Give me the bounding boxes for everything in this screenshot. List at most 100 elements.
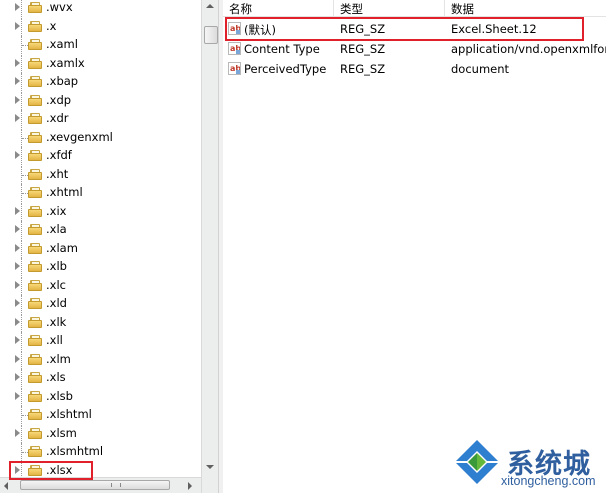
tree-item[interactable]: .xaml (0, 36, 201, 54)
tree-item-label: .xlshtml (46, 407, 92, 421)
tree-guide-line (21, 332, 22, 350)
tree-item[interactable]: .xfdf (0, 147, 201, 165)
tree-guide-line (21, 202, 22, 221)
value-type: REG_SZ (340, 62, 386, 76)
registry-values-pane[interactable]: 名称 类型 数据 ab (默认) REG_SZ Excel.Sheet.12 a… (223, 0, 606, 493)
value-name: Content Type (244, 42, 320, 56)
expand-arrow-icon[interactable] (15, 114, 20, 122)
value-data: document (451, 62, 510, 76)
logo-mark-icon (456, 440, 498, 484)
tree-item-label: .xfdf (46, 148, 72, 162)
tree-item[interactable]: .xlb (0, 258, 201, 276)
tree-item[interactable]: .xlshtml (0, 406, 201, 424)
expand-arrow-icon[interactable] (15, 373, 20, 381)
tree-guide-line (21, 147, 22, 165)
folder-icon (28, 113, 42, 124)
tree-vertical-scrollbar[interactable] (201, 0, 218, 493)
tree-item[interactable]: .xhtml (0, 184, 201, 202)
expand-arrow-icon[interactable] (15, 3, 20, 11)
tree-item[interactable]: .xlsm (0, 424, 201, 443)
folder-icon (28, 427, 42, 439)
tree-item[interactable]: .xll (0, 332, 201, 350)
tree-item[interactable]: .xlam (0, 239, 201, 258)
expand-arrow-icon[interactable] (15, 58, 20, 67)
column-header-name[interactable]: 名称 (229, 1, 252, 17)
expand-arrow-icon[interactable] (15, 299, 20, 307)
folder-icon (28, 187, 42, 198)
tree-guide-line (21, 239, 22, 258)
tree-guide-line (21, 110, 22, 128)
expand-arrow-icon[interactable] (15, 77, 20, 85)
tree-guide-line (21, 350, 22, 369)
tree-item[interactable]: .xdp (0, 91, 201, 110)
tree-guide-line (21, 73, 22, 91)
tree-item[interactable]: .wvx (0, 0, 201, 17)
expand-arrow-icon[interactable] (15, 262, 20, 270)
folder-icon (28, 168, 42, 180)
tree-item-label: .x (46, 18, 57, 33)
expand-arrow-icon[interactable] (15, 243, 20, 252)
scroll-thumb[interactable] (204, 26, 218, 44)
tree-guide-line (21, 258, 22, 276)
column-separator[interactable] (333, 0, 334, 16)
tree-item[interactable]: .xld (0, 295, 201, 313)
expand-arrow-icon[interactable] (15, 354, 20, 363)
folder-icon (28, 94, 42, 106)
tree-item-label: .xlsb (46, 388, 73, 403)
folder-icon (28, 2, 42, 13)
tree-item[interactable]: .xdr (0, 110, 201, 128)
expand-arrow-icon[interactable] (15, 95, 20, 104)
tree-item[interactable]: .xlsb (0, 387, 201, 406)
tree-item-label: .wvx (46, 0, 73, 14)
expand-arrow-icon[interactable] (15, 280, 20, 289)
horizontal-scroll-thumb[interactable] (20, 480, 170, 490)
scroll-right-arrow-icon[interactable] (188, 482, 192, 490)
string-value-icon: ab (228, 62, 241, 75)
tree-guide-line (21, 17, 22, 36)
scroll-up-arrow-icon[interactable] (206, 4, 214, 8)
scroll-left-arrow-icon[interactable] (4, 482, 8, 490)
tree-item[interactable]: .xlm (0, 350, 201, 369)
column-separator[interactable] (444, 0, 445, 16)
folder-icon (28, 372, 42, 383)
column-header-data[interactable]: 数据 (451, 1, 474, 17)
expand-arrow-icon[interactable] (15, 206, 20, 215)
tree-guide-line (21, 295, 22, 313)
tree-item[interactable]: .xht (0, 165, 201, 184)
tree-item[interactable]: .xls (0, 369, 201, 387)
tree-item-label: .xlk (46, 314, 67, 329)
tree-guide-line (21, 54, 22, 73)
tree-item[interactable]: .xevgenxml (0, 128, 201, 147)
watermark-logo: 系统城 xitongcheng.com (451, 436, 606, 493)
folder-icon (28, 224, 42, 235)
folder-icon (28, 150, 42, 161)
tree-item-label: .xlam (46, 240, 78, 255)
tree-item-label: .xdr (46, 111, 69, 125)
tree-item-label: .xlm (46, 351, 71, 366)
registry-tree-pane[interactable]: .wvx .x .xaml .xamlx .xbap .xdp .xdr .xevgenxml… (0, 0, 201, 493)
expand-arrow-icon[interactable] (15, 428, 20, 437)
scroll-down-arrow-icon[interactable] (206, 465, 214, 469)
folder-icon (28, 335, 42, 346)
folder-icon (28, 57, 42, 69)
expand-arrow-icon[interactable] (15, 225, 20, 233)
tree-item[interactable]: .xbap (0, 73, 201, 91)
tree-item-label: .xdp (46, 92, 72, 107)
value-row-perceived-type[interactable]: ab PerceivedType REG_SZ document (223, 59, 606, 79)
tree-item[interactable]: .xlsmhtml (0, 443, 201, 461)
tree-item[interactable]: .xix (0, 202, 201, 221)
tree-item[interactable]: .x (0, 17, 201, 36)
tree-item-label: .xld (46, 296, 67, 310)
column-header-type[interactable]: 类型 (340, 1, 363, 17)
tree-item[interactable]: .xamlx (0, 54, 201, 73)
expand-arrow-icon[interactable] (15, 391, 20, 400)
tree-item-label: .xlc (46, 277, 66, 292)
expand-arrow-icon[interactable] (15, 151, 20, 159)
expand-arrow-icon[interactable] (15, 21, 20, 30)
tree-item[interactable]: .xla (0, 221, 201, 239)
expand-arrow-icon[interactable] (15, 336, 20, 344)
tree-item[interactable]: .xlc (0, 276, 201, 295)
expand-arrow-icon[interactable] (15, 317, 20, 326)
tree-item[interactable]: .xlk (0, 313, 201, 332)
value-row-content-type[interactable]: ab Content Type REG_SZ application/vnd.o… (223, 39, 606, 59)
